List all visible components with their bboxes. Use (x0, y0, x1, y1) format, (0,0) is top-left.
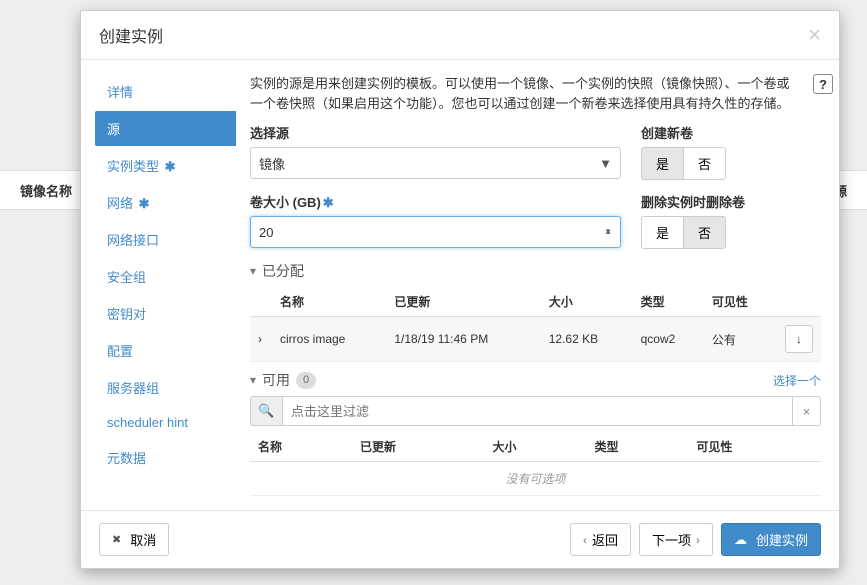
volume-size-input[interactable]: 20 ▲▼ (250, 216, 621, 248)
col-name: 名称 (250, 432, 352, 462)
chevron-down-icon: ▼ (599, 156, 612, 171)
available-header[interactable]: ▾ 可用 0 选择一个 (250, 370, 821, 390)
sidebar-item-10[interactable]: 元数据 (95, 440, 236, 475)
source-description: 实例的源是用来创建实例的模板。可以使用一个镜像、一个实例的快照（镜像快照）、一个… (250, 74, 821, 113)
col-name: 名称 (272, 287, 386, 317)
available-title: 可用 (262, 370, 290, 390)
create-volume-yes[interactable]: 是 (642, 148, 683, 179)
filter-input[interactable] (282, 396, 793, 426)
cancel-button[interactable]: 取消 (99, 523, 169, 556)
deallocate-button[interactable]: ↓ (785, 325, 813, 353)
close-icon[interactable]: × (808, 24, 821, 46)
chevron-right-icon: › (696, 533, 700, 547)
row-type: qcow2 (633, 317, 704, 362)
select-source-label: 选择源 (250, 123, 621, 142)
sidebar-item-6[interactable]: 密钥对 (95, 296, 236, 331)
sidebar-item-7[interactable]: 配置 (95, 333, 236, 368)
delete-on-terminate-label: 删除实例时删除卷 (641, 192, 821, 211)
allocated-header[interactable]: ▾ 已分配 (250, 261, 821, 281)
create-instance-modal: 创建实例 × 详情源实例类型 ✱网络 ✱网络接口安全组密钥对配置服务器组sche… (80, 10, 840, 569)
create-instance-button[interactable]: 创建实例 (721, 523, 821, 556)
back-button[interactable]: ‹返回 (570, 523, 631, 556)
modal-title: 创建实例 (99, 23, 808, 47)
wizard-main: ? 实例的源是用来创建实例的模板。可以使用一个镜像、一个实例的快照（镜像快照）、… (236, 60, 839, 510)
create-volume-label: 创建新卷 (641, 123, 821, 142)
sidebar-item-1[interactable]: 源 (95, 111, 236, 146)
modal-footer: 取消 ‹返回 下一项› 创建实例 (81, 510, 839, 568)
col-visibility: 可见性 (704, 287, 777, 317)
select-one-link[interactable]: 选择一个 (773, 372, 821, 389)
sidebar-item-5[interactable]: 安全组 (95, 259, 236, 294)
clear-filter-icon[interactable]: × (793, 396, 821, 426)
row-updated: 1/18/19 11:46 PM (386, 317, 540, 362)
modal-header: 创建实例 × (81, 11, 839, 60)
allocated-table: 名称 已更新 大小 类型 可见性 › cirros image 1/18/19 … (250, 287, 821, 362)
col-type: 类型 (586, 432, 688, 462)
row-name: cirros image (272, 317, 386, 362)
col-type: 类型 (633, 287, 704, 317)
sidebar-item-3[interactable]: 网络 ✱ (95, 185, 236, 220)
col-visibility: 可见性 (688, 432, 821, 462)
col-size: 大小 (541, 287, 633, 317)
col-size: 大小 (485, 432, 587, 462)
wizard-sidebar: 详情源实例类型 ✱网络 ✱网络接口安全组密钥对配置服务器组scheduler h… (81, 60, 236, 510)
chevron-down-icon: ▾ (250, 264, 256, 278)
row-visibility: 公有 (704, 317, 777, 362)
col-updated: 已更新 (352, 432, 485, 462)
sidebar-item-4[interactable]: 网络接口 (95, 222, 236, 257)
sidebar-item-2[interactable]: 实例类型 ✱ (95, 148, 236, 183)
required-asterisk: ✱ (323, 195, 334, 210)
select-source-dropdown[interactable]: 镜像 ▼ (250, 147, 621, 179)
required-asterisk: ✱ (135, 196, 150, 211)
volume-size-value: 20 (259, 225, 273, 240)
available-empty: 没有可选项 (250, 462, 821, 496)
delete-on-terminate-toggle: 是 否 (641, 216, 726, 249)
available-count: 0 (296, 372, 316, 389)
bg-col-name: 镜像名称 (20, 181, 72, 200)
delete-on-terminate-yes[interactable]: 是 (642, 217, 683, 248)
expand-icon[interactable]: › (258, 332, 262, 346)
delete-on-terminate-no[interactable]: 否 (683, 217, 725, 248)
help-icon[interactable]: ? (813, 74, 833, 94)
available-table: 名称 已更新 大小 类型 可见性 没有可选项 (250, 432, 821, 496)
required-asterisk: ✱ (161, 159, 176, 174)
create-volume-no[interactable]: 否 (683, 148, 725, 179)
select-source-value: 镜像 (259, 154, 285, 173)
create-volume-toggle: 是 否 (641, 147, 726, 180)
sidebar-item-8[interactable]: 服务器组 (95, 370, 236, 405)
volume-size-label: 卷大小 (GB)✱ (250, 192, 621, 211)
col-updated: 已更新 (386, 287, 540, 317)
chevron-down-icon: ▾ (250, 373, 256, 387)
chevron-left-icon: ‹ (583, 533, 587, 547)
row-size: 12.62 KB (541, 317, 633, 362)
search-icon: 🔍 (250, 396, 282, 426)
sidebar-item-0[interactable]: 详情 (95, 74, 236, 109)
sidebar-item-9[interactable]: scheduler hint (95, 407, 236, 438)
next-button[interactable]: 下一项› (639, 523, 713, 556)
table-row: › cirros image 1/18/19 11:46 PM 12.62 KB… (250, 317, 821, 362)
allocated-title: 已分配 (262, 261, 304, 281)
